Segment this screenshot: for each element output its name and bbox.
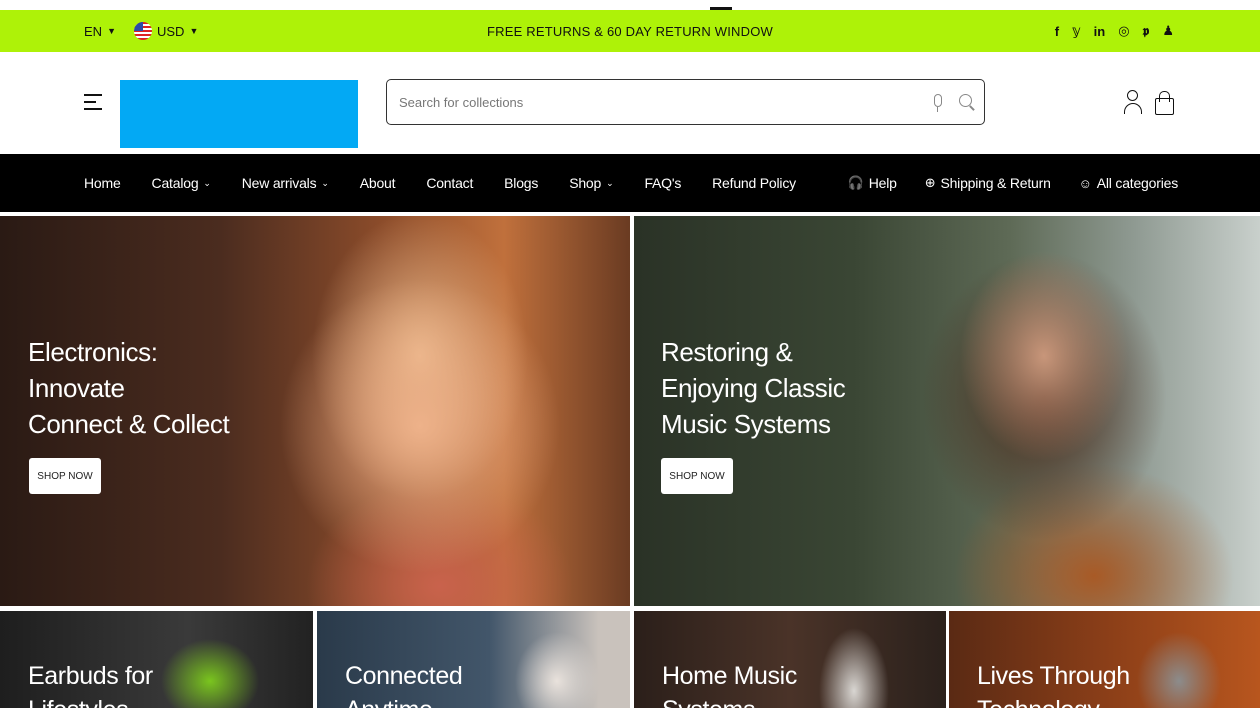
nav-item-refund-policy[interactable]: Refund Policy [712, 175, 796, 191]
site-header [0, 52, 1260, 154]
nav-item-faqs[interactable]: FAQ's [644, 175, 681, 191]
chevron-down-icon: ▼ [107, 26, 116, 36]
category-tile-connected[interactable]: Connected Anytime [317, 611, 630, 708]
chevron-down-icon: ⌄ [203, 177, 211, 188]
tile-title: Lives Through Technology [977, 662, 1130, 708]
nav-item-all-categories[interactable]: ☺ All categories [1078, 175, 1179, 191]
nav-label: Shipping & Return [940, 175, 1051, 191]
nav-item-help[interactable]: 🎧 Help [848, 175, 897, 191]
tile-title: Earbuds for Lifestyles [28, 662, 153, 708]
cart-bag-icon[interactable] [1155, 90, 1174, 115]
main-nav: Home Catalog ⌄ New arrivals ⌄ About Contac… [0, 154, 1260, 212]
account-icon[interactable] [1122, 90, 1142, 114]
nav-item-contact[interactable]: Contact [426, 175, 473, 191]
nav-label: About [359, 175, 396, 191]
nav-item-shipping-return[interactable]: ⊕ Shipping & Return [925, 175, 1051, 191]
nav-label: Refund Policy [712, 175, 796, 191]
chevron-down-icon: ⌄ [321, 177, 329, 188]
facebook-icon[interactable]: f [1055, 24, 1059, 39]
search-box [386, 79, 985, 125]
currency-label: USD [156, 23, 185, 39]
currency-selector[interactable]: USD ▼ [133, 22, 199, 40]
hamburger-menu-icon[interactable] [84, 92, 104, 112]
search-input[interactable] [399, 80, 899, 124]
globe-icon: ⊕ [924, 175, 936, 190]
category-tile-home-music[interactable]: Home Music Systems [634, 611, 946, 708]
shop-now-button[interactable]: SHOP NOW [661, 458, 733, 494]
nav-label: New arrivals [241, 175, 317, 191]
banner-title: Electronics: Innovate Connect & Collect [28, 337, 230, 439]
nav-item-shop[interactable]: Shop ⌄ [569, 175, 613, 191]
logo[interactable] [120, 80, 358, 148]
tile-title: Connected Anytime [345, 662, 463, 708]
microphone-icon[interactable] [930, 93, 944, 113]
nav-item-home[interactable]: Home [84, 175, 121, 191]
top-strip [0, 0, 1260, 10]
nav-left: Home Catalog ⌄ New arrivals ⌄ About Contac… [84, 154, 796, 212]
nav-label: FAQ's [644, 175, 682, 191]
linkedin-icon[interactable]: in [1094, 24, 1106, 39]
nav-item-blogs[interactable]: Blogs [504, 175, 538, 191]
nav-label: All categories [1096, 175, 1178, 191]
nav-label: Home [84, 175, 121, 191]
chevron-down-icon: ▼ [189, 26, 199, 36]
nav-right: 🎧 Help ⊕ Shipping & Return ☺ All categories [848, 154, 1178, 212]
us-flag-icon [133, 22, 152, 40]
nav-label: Help [868, 175, 897, 191]
category-tile-earbuds[interactable]: Earbuds for Lifestyles [0, 611, 313, 708]
tile-title: Home Music Systems [662, 662, 797, 708]
instagram-icon[interactable]: ◎ [1118, 23, 1129, 39]
hero-banner-music-systems[interactable]: Restoring & Enjoying Classic Music Syste… [634, 216, 1260, 606]
chevron-down-icon: ⌄ [606, 177, 614, 188]
smiley-icon: ☺ [1078, 175, 1092, 191]
snapchat-icon[interactable]: ♟ [1162, 23, 1174, 39]
language-selector[interactable]: EN ▼ [84, 24, 116, 39]
nav-label: Contact [426, 175, 474, 191]
banner-title: Restoring & Enjoying Classic Music Syste… [661, 337, 846, 439]
locale-selectors: EN ▼ USD ▼ [84, 10, 198, 52]
social-links: f 𝕪 in ◎ 𝖕 ♟ [1055, 10, 1174, 52]
hero-banner-electronics[interactable]: Electronics: Innovate Connect & Collect … [0, 216, 630, 606]
nav-item-catalog[interactable]: Catalog ⌄ [152, 175, 211, 191]
category-tile-technology[interactable]: Lives Through Technology [949, 611, 1260, 708]
shop-now-button[interactable]: SHOP NOW [29, 458, 101, 494]
language-label: EN [84, 23, 103, 39]
search-icon[interactable] [958, 93, 976, 111]
twitter-icon[interactable]: 𝕪 [1072, 23, 1080, 39]
nav-label: Catalog [151, 175, 199, 191]
nav-label: Blogs [504, 175, 539, 191]
announcement-bar: EN ▼ USD ▼ FREE RETURNS & 60 DAY RETURN … [0, 10, 1260, 52]
headset-icon: 🎧 [847, 175, 864, 190]
nav-label: Shop [569, 175, 602, 191]
nav-item-new-arrivals[interactable]: New arrivals ⌄ [242, 175, 329, 191]
nav-item-about[interactable]: About [360, 175, 396, 191]
pinterest-icon[interactable]: 𝖕 [1143, 23, 1150, 39]
